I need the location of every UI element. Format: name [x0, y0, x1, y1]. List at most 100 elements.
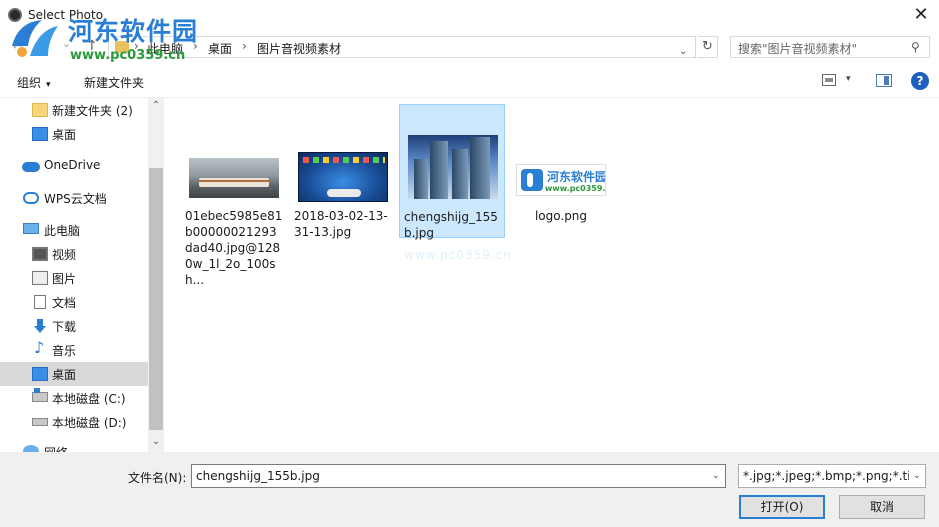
logo-mark-icon	[521, 169, 543, 191]
sidebar-item-pictures[interactable]: 图片	[0, 266, 148, 290]
back-arrow-icon[interactable]: ←	[12, 38, 24, 54]
filename-dropdown-icon[interactable]: ⌄	[712, 471, 720, 481]
file-name: 2018-03-02-13-31-13.jpg	[294, 209, 388, 239]
sidebar-item-drive-d[interactable]: 本地磁盘 (D:)	[0, 410, 148, 434]
sidebar-item-label: WPS云文档	[44, 192, 107, 206]
refresh-button[interactable]: ↻	[698, 36, 718, 58]
onedrive-icon	[22, 162, 40, 172]
close-button[interactable]: ✕	[905, 2, 937, 28]
search-icon[interactable]: ⚲	[911, 40, 920, 54]
scroll-up-icon[interactable]: ⌃	[148, 100, 164, 111]
file-name: 01ebec5985e81b00000021293dad40.jpg@1280w…	[185, 209, 283, 287]
file-item[interactable]: 河东软件园 www.pc0359.cn logo.png	[508, 104, 614, 238]
scroll-down-icon[interactable]: ⌄	[148, 436, 164, 447]
sidebar-item-label: 网络	[44, 444, 68, 452]
new-folder-button[interactable]: 新建文件夹	[84, 74, 144, 91]
sidebar-item-label: 新建文件夹 (2)	[52, 104, 133, 118]
folder-icon	[115, 41, 129, 53]
sidebar-item-drive-c[interactable]: 本地磁盘 (C:)	[0, 386, 148, 410]
navigation-bar: ← → ⌄ ↑ › 此电脑 › 桌面 › 图片音视频素材 ⌄ ↻ 搜索"图片音视…	[0, 30, 939, 64]
recent-locations-icon[interactable]: ⌄	[62, 37, 71, 50]
app-icon	[8, 8, 22, 22]
filename-value: chengshijg_155b.jpg	[196, 469, 320, 483]
sidebar-item-label: 图片	[52, 272, 77, 286]
logo-url: www.pc0359.cn	[545, 184, 606, 193]
window-title: Select Photo	[28, 8, 104, 22]
desktop-screenshot-thumbnail	[298, 152, 388, 202]
navigation-pane: 新建文件夹 (2) 桌面 OneDrive WPS云文档 此电脑 视频 图片 文…	[0, 98, 164, 452]
forward-arrow-icon[interactable]: →	[36, 38, 48, 54]
sidebar-item-label: 桌面	[52, 128, 77, 142]
address-bar[interactable]: › 此电脑 › 桌面 › 图片音视频素材 ⌄	[108, 36, 696, 58]
file-name: chengshijg_155b.jpg	[404, 210, 498, 240]
file-item[interactable]: 2018-03-02-13-31-13.jpg	[290, 104, 396, 239]
file-name: logo.png	[534, 209, 588, 223]
desktop-icon	[32, 367, 48, 381]
scrollbar-thumb[interactable]	[149, 168, 163, 430]
search-input[interactable]: 搜索"图片音视频素材" ⚲	[730, 36, 930, 58]
breadcrumb-this-pc[interactable]: 此电脑	[147, 40, 183, 57]
breadcrumb-desktop[interactable]: 桌面	[208, 40, 232, 57]
filename-input[interactable]: chengshijg_155b.jpg ⌄	[191, 464, 726, 488]
address-dropdown-icon[interactable]: ⌄	[679, 46, 687, 57]
sidebar-item-label: 音乐	[52, 344, 77, 358]
download-icon	[34, 319, 46, 333]
breadcrumb-separator-icon[interactable]: ›	[242, 39, 247, 53]
video-icon	[32, 247, 48, 261]
file-item[interactable]: 01ebec5985e81b00000021293dad40.jpg@1280w…	[181, 104, 287, 287]
sidebar-item-wps-cloud[interactable]: WPS云文档	[0, 186, 148, 210]
filetype-value: *.jpg;*.jpeg;*.bmp;*.png;*.tif;*	[743, 469, 909, 483]
pc-icon	[23, 223, 39, 234]
sidebar-item-label: 视频	[52, 248, 77, 262]
breadcrumb-separator-icon[interactable]: ›	[193, 39, 198, 53]
sidebar-item-label: 本地磁盘 (D:)	[52, 416, 127, 430]
sidebar-item-onedrive[interactable]: OneDrive	[0, 154, 148, 178]
up-folder-icon[interactable]: ↑	[86, 38, 98, 54]
sidebar-item-downloads[interactable]: 下载	[0, 314, 148, 338]
dialog-footer: 文件名(N): chengshijg_155b.jpg ⌄ *.jpg;*.jp…	[0, 452, 939, 527]
sidebar-item-documents[interactable]: 文档	[0, 290, 148, 314]
breadcrumb-current-folder[interactable]: 图片音视频素材	[257, 40, 341, 57]
folder-icon	[32, 103, 48, 117]
change-view-icon[interactable]	[822, 74, 836, 86]
sidebar-item-network[interactable]: 网络	[0, 440, 148, 452]
view-options-chevron-icon[interactable]: ▾	[846, 74, 851, 84]
faint-watermark: www.pc0359.cn	[404, 248, 512, 262]
logo-thumbnail: 河东软件园 www.pc0359.cn	[516, 164, 606, 196]
music-icon: ♪	[34, 338, 45, 357]
organize-button[interactable]: 组织 ▾	[17, 74, 51, 91]
sidebar-item-music[interactable]: ♪ 音乐	[0, 338, 148, 362]
open-button[interactable]: 打开(O)	[739, 495, 825, 519]
sidebar-item-label: 下载	[52, 320, 77, 334]
breadcrumb-separator-icon: ›	[134, 39, 139, 53]
documents-icon	[34, 295, 46, 309]
sidebar-item-this-pc[interactable]: 此电脑	[0, 218, 148, 242]
sidebar-item-label: 本地磁盘 (C:)	[52, 392, 126, 406]
sidebar-item-label: 桌面	[52, 368, 77, 382]
cancel-button[interactable]: 取消	[839, 495, 925, 519]
city-buildings-thumbnail	[408, 135, 498, 199]
help-icon[interactable]: ?	[911, 72, 929, 90]
organize-label: 组织	[17, 76, 42, 90]
drive-c-icon	[32, 388, 48, 402]
sidebar-item-desktop[interactable]: 桌面	[0, 362, 148, 386]
sidebar-scrollbar[interactable]: ⌃ ⌄	[148, 98, 164, 452]
sidebar-item-desktop-quick[interactable]: 桌面	[0, 122, 148, 146]
filetype-select[interactable]: *.jpg;*.jpeg;*.bmp;*.png;*.tif;* ⌄	[738, 464, 926, 488]
network-icon	[23, 445, 39, 452]
filetype-dropdown-icon[interactable]: ⌄	[913, 471, 921, 481]
preview-pane-icon[interactable]	[876, 74, 892, 87]
train-photo-thumbnail	[189, 158, 279, 198]
sidebar-item-new-folder-2[interactable]: 新建文件夹 (2)	[0, 98, 148, 122]
search-placeholder: 搜索"图片音视频素材"	[738, 42, 858, 56]
file-list[interactable]: 01ebec5985e81b00000021293dad40.jpg@1280w…	[164, 98, 939, 452]
file-item-selected[interactable]: chengshijg_155b.jpg	[399, 104, 505, 240]
pictures-icon	[32, 271, 48, 285]
command-toolbar: 组织 ▾ 新建文件夹 ▾ ?	[0, 64, 939, 98]
sidebar-item-videos[interactable]: 视频	[0, 242, 148, 266]
logo-text: 河东软件园	[547, 170, 606, 184]
wps-cloud-icon	[23, 192, 39, 204]
sidebar-item-label: 此电脑	[44, 224, 81, 238]
sidebar-item-label: 文档	[52, 296, 77, 310]
desktop-icon	[32, 127, 48, 141]
